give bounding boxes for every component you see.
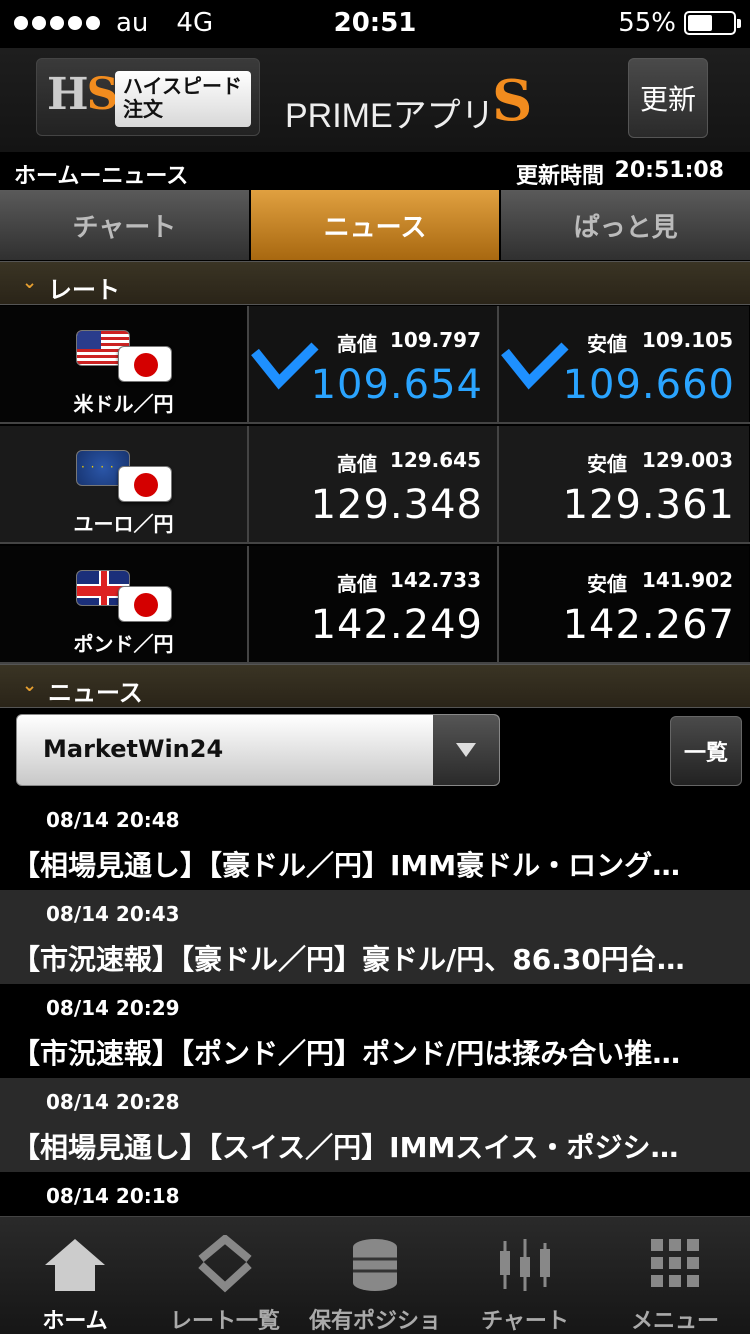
bottom-nav: ホーム レート一覧 保有ポジション チャート	[0, 1216, 750, 1334]
breadcrumb: ホームーニュース 更新時間 20:51:08	[0, 152, 750, 190]
pair-name: ユーロ／円	[73, 512, 174, 536]
bid-cell[interactable]: 高値 109.797 109.654	[249, 306, 499, 422]
low-value: 141.902	[641, 568, 733, 592]
pair-cell: ユーロ／円	[0, 426, 249, 542]
low-label: 安値	[587, 332, 627, 356]
home-icon	[45, 1239, 105, 1291]
news-datetime: 08/14 20:28	[46, 1090, 180, 1114]
battery-icon	[684, 11, 741, 35]
news-datetime: 08/14 20:18	[46, 1184, 180, 1208]
news-item[interactable]: 08/14 20:48 【相場見通し】【豪ドル／円】IMM豪ドル・ロング…	[0, 796, 750, 890]
news-source-select[interactable]: MarketWin24	[16, 714, 500, 786]
nav-rates[interactable]: レート一覧	[150, 1217, 300, 1334]
rate-row-eurjpy[interactable]: ユーロ／円 高値 129.645 129.348 安値 129.003 129.…	[0, 426, 750, 544]
high-value: 129.645	[389, 448, 481, 472]
page-title: ホームーニュース	[14, 164, 189, 189]
app-title: PRIMEアプリ	[285, 97, 495, 135]
low-value: 129.003	[641, 448, 733, 472]
updated-label: 更新時間	[516, 164, 605, 189]
grid-menu-icon	[651, 1239, 699, 1287]
tab-bar: チャート ニュース ぱっと見	[0, 190, 750, 260]
pair-name: 米ドル／円	[73, 392, 174, 416]
refresh-button[interactable]: 更新	[628, 58, 708, 138]
nav-chart[interactable]: チャート	[450, 1217, 600, 1334]
chart-icon	[500, 1239, 550, 1291]
rates-icon	[198, 1235, 252, 1293]
coins-icon	[353, 1239, 397, 1291]
nav-menu[interactable]: メニュー	[600, 1217, 750, 1334]
rate-row-usdjpy[interactable]: 米ドル／円 高値 109.797 109.654 安値 109.105 109.…	[0, 306, 750, 424]
logo-label-line2: 注文	[123, 97, 163, 121]
news-section-header[interactable]: ⌄ ニュース	[0, 664, 750, 708]
news-item[interactable]: 08/14 20:43 【市況速報】【豪ドル／円】豪ドル/円、86.30円台…	[0, 890, 750, 984]
news-headline: 【相場見通し】【スイス／円】IMMスイス・ポジシ…	[12, 1131, 679, 1164]
high-speed-order-label: ハイスピード 注文	[115, 71, 251, 127]
nav-positions-label: 保有ポジション	[308, 1309, 441, 1334]
news-datetime: 08/14 20:48	[46, 808, 180, 832]
japan-flag-icon	[118, 586, 172, 622]
nav-rates-label: レート一覧	[169, 1309, 280, 1334]
news-headline: 【市況速報】【ポンド／円】ポンド/円は揉み合い推…	[12, 1037, 681, 1070]
nav-chart-label: チャート	[481, 1309, 569, 1334]
ask-price: 109.660	[562, 362, 735, 408]
bid-price: 142.249	[310, 602, 483, 648]
ask-cell[interactable]: 安値 109.105 109.660	[499, 306, 749, 422]
logo-label-line1: ハイスピード	[123, 74, 242, 98]
bid-cell[interactable]: 高値 129.645 129.348	[249, 426, 499, 542]
rate-row-gbpjpy[interactable]: ポンド／円 高値 142.733 142.249 安値 141.902 142.…	[0, 546, 750, 664]
hs-logo: HS	[47, 69, 118, 120]
ask-cell[interactable]: 安値 129.003 129.361	[499, 426, 749, 542]
news-headline: 【市況速報】【豪ドル／円】豪ドル/円、86.30円台…	[12, 943, 685, 976]
pair-cell: ポンド／円	[0, 546, 249, 662]
news-list-button[interactable]: 一覧	[670, 716, 742, 786]
triangle-down-icon	[456, 743, 476, 757]
rates-section-header[interactable]: ⌄ レート	[0, 261, 750, 305]
tab-quick-view[interactable]: ぱっと見	[501, 190, 750, 260]
low-value: 109.105	[641, 328, 733, 352]
high-value: 109.797	[389, 328, 481, 352]
bid-price: 109.654	[310, 362, 483, 408]
ask-price: 142.267	[562, 602, 735, 648]
news-item[interactable]: 08/14 20:29 【市況速報】【ポンド／円】ポンド/円は揉み合い推…	[0, 984, 750, 1078]
news-section-label: ニュース	[48, 679, 143, 707]
low-label: 安値	[587, 572, 627, 596]
pair-cell: 米ドル／円	[0, 306, 249, 422]
news-headline: 【相場見通し】【豪ドル／円】IMM豪ドル・ロング…	[12, 849, 681, 882]
nav-positions[interactable]: 保有ポジション	[300, 1217, 450, 1334]
status-bar: au 4G 20:51 55%	[0, 0, 750, 48]
pair-name: ポンド／円	[73, 632, 174, 656]
ask-price: 129.361	[562, 482, 735, 528]
tab-chart[interactable]: チャート	[0, 190, 251, 260]
nav-menu-label: メニュー	[630, 1309, 719, 1334]
ask-cell[interactable]: 安値 141.902 142.267	[499, 546, 749, 662]
nav-home[interactable]: ホーム	[0, 1217, 150, 1334]
battery-percent: 55%	[618, 8, 676, 38]
rates-section-label: レート	[48, 276, 120, 304]
chevron-down-icon: ⌄	[22, 675, 38, 696]
bid-cell[interactable]: 高値 142.733 142.249	[249, 546, 499, 662]
updated-time: 20:51:08	[614, 158, 724, 183]
news-datetime: 08/14 20:43	[46, 902, 180, 926]
low-label: 安値	[587, 452, 627, 476]
news-datetime: 08/14 20:29	[46, 996, 180, 1020]
japan-flag-icon	[118, 346, 172, 382]
news-item[interactable]: 08/14 20:28 【相場見通し】【スイス／円】IMMスイス・ポジシ…	[0, 1078, 750, 1172]
high-value: 142.733	[389, 568, 481, 592]
app-title-suffix: S	[492, 68, 533, 134]
high-label: 高値	[337, 572, 377, 596]
tab-news[interactable]: ニュース	[250, 190, 502, 260]
high-speed-order-button[interactable]: HS ハイスピード 注文	[36, 58, 260, 136]
nav-home-label: ホーム	[42, 1309, 108, 1334]
bid-price: 129.348	[310, 482, 483, 528]
app-header: HS ハイスピード 注文 PRIMEアプリ S 更新	[0, 48, 750, 152]
news-source-value: MarketWin24	[43, 735, 224, 763]
japan-flag-icon	[118, 466, 172, 502]
down-arrow-icon	[501, 342, 569, 390]
dropdown-toggle[interactable]	[433, 715, 499, 785]
chevron-down-icon: ⌄	[22, 272, 38, 293]
high-label: 高値	[337, 452, 377, 476]
high-label: 高値	[337, 332, 377, 356]
